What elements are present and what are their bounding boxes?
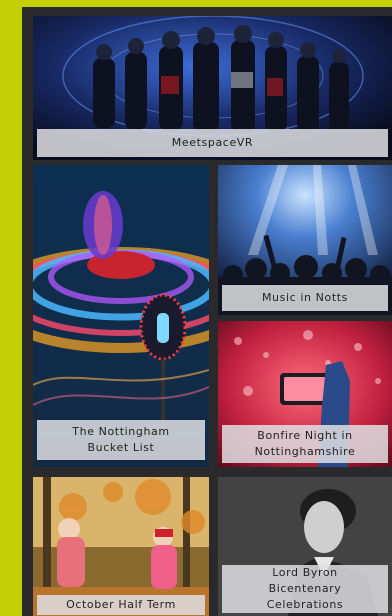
tile-music-in-notts[interactable]: Music in Notts: [218, 165, 392, 315]
tile-nottingham-bucket-list-label: The Nottingham Bucket List: [37, 420, 205, 460]
event-tile-grid: MeetspaceVR The Nottingham Bucket List M…: [22, 7, 392, 616]
tile-nottingham-bucket-list[interactable]: The Nottingham Bucket List: [33, 165, 209, 467]
tile-meetspacevr-label: MeetspaceVR: [37, 129, 388, 157]
tile-bonfire-night[interactable]: Bonfire Night in Nottinghamshire: [218, 321, 392, 467]
tile-meetspacevr[interactable]: MeetspaceVR: [33, 16, 392, 160]
tile-music-in-notts-label: Music in Notts: [222, 285, 388, 311]
tile-october-half-term[interactable]: October Half Term: [33, 477, 209, 616]
tile-bonfire-night-label: Bonfire Night in Nottinghamshire: [222, 425, 388, 463]
tile-lord-byron[interactable]: Lord Byron Bicentenary Celebrations: [218, 477, 392, 616]
tile-october-half-term-label: October Half Term: [37, 595, 205, 615]
tile-lord-byron-label: Lord Byron Bicentenary Celebrations: [222, 565, 388, 613]
